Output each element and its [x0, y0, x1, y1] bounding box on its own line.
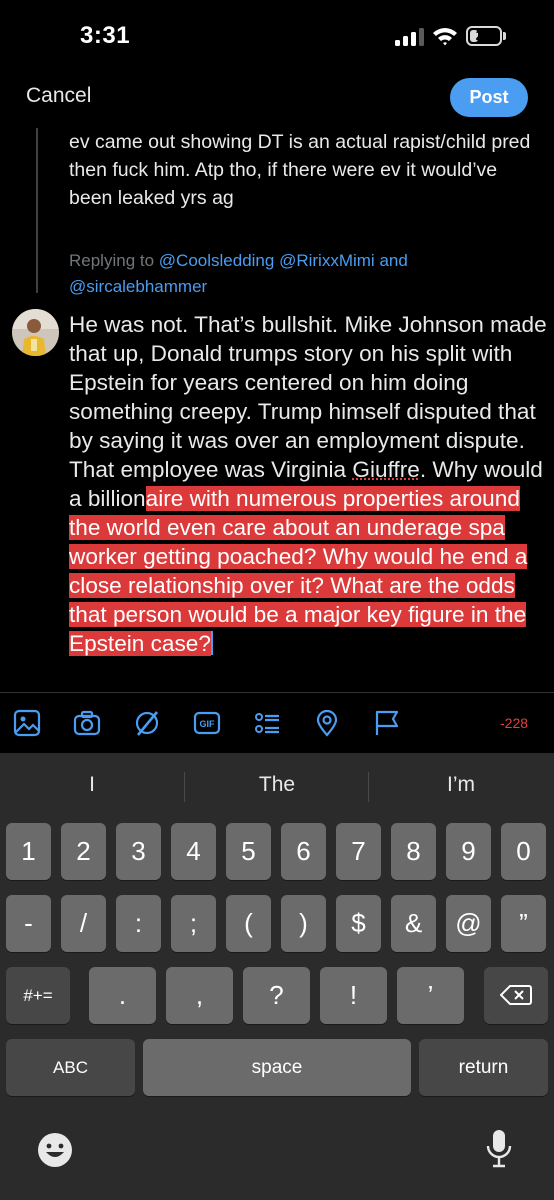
thread-line	[36, 128, 38, 293]
selected-text[interactable]: aire with numerous properties around the…	[69, 486, 528, 656]
battery-icon: 27	[466, 26, 502, 46]
camera-icon[interactable]	[72, 708, 102, 738]
replying-to-joiner: and	[379, 251, 408, 270]
key-2[interactable]: 2	[61, 823, 106, 880]
key-exclamation[interactable]: !	[320, 967, 387, 1024]
replying-to-prefix: Replying to	[69, 251, 155, 270]
suggestion-2[interactable]: The	[185, 773, 369, 797]
signal-icon	[395, 28, 425, 46]
key-close-paren[interactable]: )	[281, 895, 326, 952]
compose-textarea[interactable]: He was not. That’s bullshit. Mike Johnso…	[69, 310, 549, 658]
grok-icon[interactable]	[132, 708, 162, 738]
key-6[interactable]: 6	[281, 823, 326, 880]
key-period[interactable]: .	[89, 967, 156, 1024]
emoji-icon[interactable]	[36, 1131, 74, 1169]
space-key[interactable]: space	[143, 1039, 411, 1096]
misspelled-word[interactable]: Giuffre	[352, 457, 419, 482]
toolbar-divider	[0, 692, 554, 693]
key-0[interactable]: 0	[501, 823, 546, 880]
key-question[interactable]: ?	[243, 967, 310, 1024]
character-count: -228	[500, 715, 529, 731]
gif-label: GIF	[200, 719, 216, 729]
cancel-button[interactable]: Cancel	[26, 84, 91, 108]
mention-coolsledding[interactable]: @Coolsledding	[159, 251, 275, 270]
suggestion-1[interactable]: I	[0, 773, 184, 797]
key-semicolon[interactable]: ;	[171, 895, 216, 952]
key-comma[interactable]: ,	[166, 967, 233, 1024]
key-1[interactable]: 1	[6, 823, 51, 880]
key-open-paren[interactable]: (	[226, 895, 271, 952]
mention-sircalebhammer[interactable]: @sircalebhammer	[69, 277, 207, 296]
key-ampersand[interactable]: &	[391, 895, 436, 952]
replying-to-line: Replying to @Coolsledding @RirixxMimi an…	[69, 248, 539, 300]
key-8[interactable]: 8	[391, 823, 436, 880]
key-7[interactable]: 7	[336, 823, 381, 880]
post-button[interactable]: Post	[450, 78, 528, 117]
return-key[interactable]: return	[419, 1039, 548, 1096]
key-9[interactable]: 9	[446, 823, 491, 880]
key-colon[interactable]: :	[116, 895, 161, 952]
key-3[interactable]: 3	[116, 823, 161, 880]
status-time: 3:31	[80, 22, 131, 49]
wifi-icon	[432, 26, 458, 46]
suggestion-3[interactable]: I’m	[369, 773, 553, 797]
key-5[interactable]: 5	[226, 823, 271, 880]
quoted-tweet-text: ev came out showing DT is an actual rapi…	[69, 131, 531, 209]
key-more-symbols[interactable]: #+=	[6, 967, 70, 1024]
key-quote[interactable]: ”	[501, 895, 546, 952]
key-hyphen[interactable]: -	[6, 895, 51, 952]
battery-cap	[503, 32, 506, 40]
gif-icon[interactable]: GIF	[192, 708, 222, 738]
poll-icon[interactable]	[252, 708, 282, 738]
mention-ririxxmimi[interactable]: @RirixxMimi	[279, 251, 375, 270]
microphone-icon[interactable]	[484, 1128, 514, 1170]
key-4[interactable]: 4	[171, 823, 216, 880]
key-abc[interactable]: ABC	[6, 1039, 135, 1096]
location-icon[interactable]	[312, 708, 342, 738]
key-dollar[interactable]: $	[336, 895, 381, 952]
key-slash[interactable]: /	[61, 895, 106, 952]
flag-icon[interactable]	[372, 708, 402, 738]
backspace-icon	[499, 985, 532, 1005]
key-apostrophe[interactable]: ’	[397, 967, 464, 1024]
avatar[interactable]	[12, 309, 59, 356]
text-cursor	[210, 631, 213, 655]
key-at[interactable]: @	[446, 895, 491, 952]
delete-key[interactable]	[484, 967, 548, 1024]
battery-level: 27	[475, 27, 493, 44]
image-icon[interactable]	[12, 708, 42, 738]
